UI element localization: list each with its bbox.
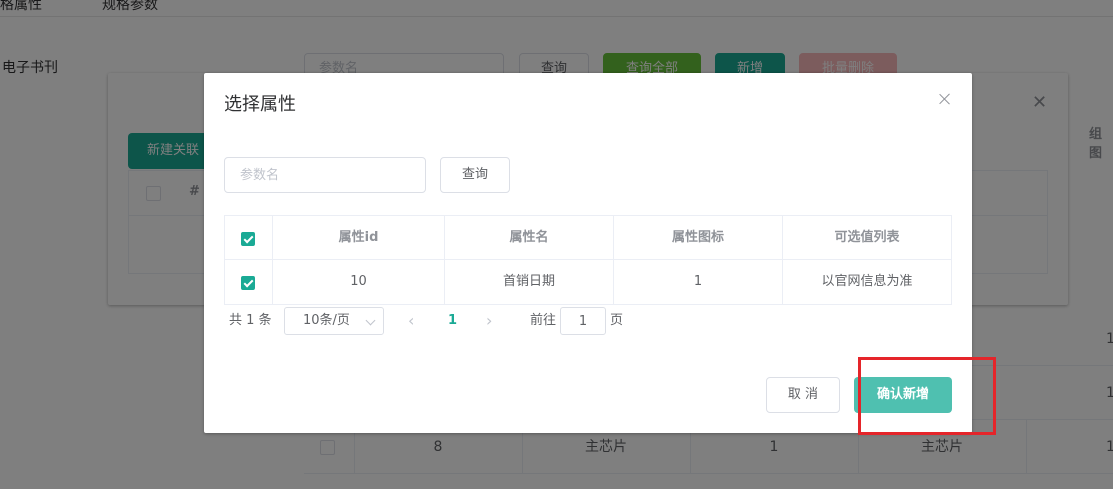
column-header-attr-id: 属性id xyxy=(273,216,445,260)
page-number-current[interactable]: 1 xyxy=(448,307,457,335)
pagination: 共 1 条 10条/页 ‹ 1 › 前往 页 xyxy=(224,307,952,335)
close-icon[interactable] xyxy=(938,93,952,107)
attribute-table: 属性id 属性名 属性图标 可选值列表 10 首销日期 1 以官网信息为准 xyxy=(224,215,952,305)
cell-attr-id: 10 xyxy=(273,260,445,304)
highlight-annotation-box xyxy=(858,357,996,435)
next-page-icon[interactable]: › xyxy=(486,307,492,335)
column-header-value-list: 可选值列表 xyxy=(834,230,900,245)
row-select-cell xyxy=(225,260,273,304)
pagination-total: 共 1 条 xyxy=(229,313,272,328)
table-row[interactable]: 10 首销日期 1 以官网信息为准 xyxy=(225,260,951,304)
prev-page-icon[interactable]: ‹ xyxy=(408,307,414,335)
dialog-title: 选择属性 xyxy=(224,94,296,115)
page-size-select[interactable]: 10条/页 xyxy=(284,307,384,335)
cancel-button[interactable]: 取 消 xyxy=(766,377,840,413)
attribute-name-search-input[interactable] xyxy=(224,157,426,193)
chevron-down-icon xyxy=(365,315,376,326)
cell-value-list: 以官网信息为准 xyxy=(821,274,913,289)
query-button[interactable]: 查询 xyxy=(440,157,510,193)
column-header-attr-icon: 属性图标 xyxy=(614,216,783,260)
column-header-attr-name: 属性名 xyxy=(445,216,614,260)
table-header-row: 属性id 属性名 属性图标 可选值列表 xyxy=(225,216,951,260)
page-size-value: 10条/页 xyxy=(303,313,350,328)
select-all-cell xyxy=(225,216,273,260)
select-all-checkbox[interactable] xyxy=(241,232,255,246)
row-checkbox[interactable] xyxy=(241,276,255,290)
page-suffix-label: 页 xyxy=(610,313,624,328)
select-attribute-dialog: 选择属性 查询 属性id 属性名 属性图标 可选值列表 10 首销日期 1 以官… xyxy=(204,73,972,433)
cell-attr-name: 首销日期 xyxy=(445,260,614,304)
goto-page-input[interactable] xyxy=(560,307,606,335)
cell-attr-icon: 1 xyxy=(614,260,783,304)
goto-label: 前往 xyxy=(530,313,557,328)
